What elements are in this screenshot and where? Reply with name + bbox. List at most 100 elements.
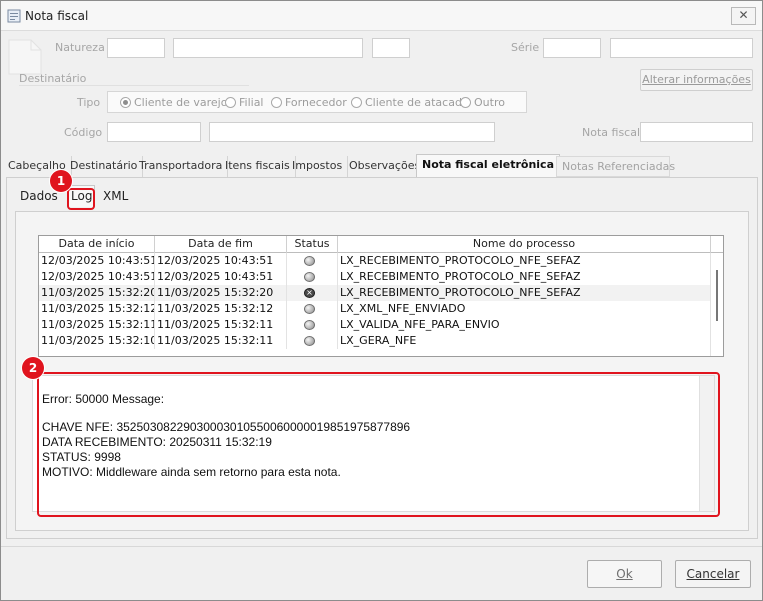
cell-processo: LX_RECEBIMENTO_PROTOCOLO_NFE_SEFAZ (338, 269, 711, 285)
tipo-label: Tipo (77, 96, 101, 109)
cell-processo: LX_XML_NFE_ENVIADO (338, 301, 711, 317)
cell-data-fim: 11/03/2025 15:32:20 (155, 285, 287, 301)
cell-status (287, 301, 338, 317)
table-row[interactable]: 11/03/2025 15:32:11 11/03/2025 15:32:11 … (39, 317, 711, 333)
radio-unselected-icon (460, 97, 471, 108)
radio-label: Cliente de atacado (365, 96, 469, 109)
cell-status (287, 269, 338, 285)
cell-data-inicio: 11/03/2025 15:32:11 (41, 317, 155, 333)
radio-fornecedor[interactable]: Fornecedor (271, 96, 347, 109)
tab-transportadora[interactable]: Transportadora (134, 156, 229, 177)
column-header-processo[interactable]: Nome do processo (338, 236, 711, 253)
table-row[interactable]: 11/03/2025 15:32:20 11/03/2025 15:32:20 … (39, 285, 711, 301)
annotation-box-log-tab (67, 188, 95, 210)
column-header-data-fim[interactable]: Data de fim (155, 236, 287, 253)
footer-divider (1, 546, 762, 547)
status-ok-icon (304, 256, 315, 266)
natureza-label: Natureza (55, 41, 105, 54)
alterar-informacoes-label: Alterar informações (642, 73, 751, 86)
radio-cliente-atacado[interactable]: Cliente de atacado (351, 96, 469, 109)
radio-cliente-varejo[interactable]: Cliente de varejo (120, 96, 227, 109)
radio-outro[interactable]: Outro (460, 96, 505, 109)
cell-data-fim: 11/03/2025 15:32:12 (155, 301, 287, 317)
document-icon (7, 9, 21, 23)
cell-processo: LX_RECEBIMENTO_PROTOCOLO_NFE_SEFAZ (338, 285, 711, 301)
codigo-desc-field[interactable] (209, 122, 495, 142)
tab-nota-fiscal-eletronica[interactable]: Nota fiscal eletrônica (416, 154, 560, 178)
radio-label: Outro (474, 96, 505, 109)
nota-fiscal-field[interactable] (640, 122, 753, 142)
cancel-label: Cancelar (686, 567, 740, 581)
cell-data-inicio: 11/03/2025 15:32:10 (41, 333, 155, 349)
natureza-code-field[interactable] (107, 38, 165, 58)
serie-field[interactable] (543, 38, 601, 58)
tab-observacoes[interactable]: Observações (344, 156, 427, 177)
radio-unselected-icon (271, 97, 282, 108)
log-table-header: Data de início Data de fim Status Nome d… (39, 236, 723, 253)
tab-impostos[interactable]: Impostos (287, 156, 349, 177)
log-table: Data de início Data de fim Status Nome d… (38, 235, 724, 357)
nota-fiscal-label: Nota fiscal (582, 126, 641, 139)
codigo-label: Código (64, 126, 103, 139)
scrollbar-thumb[interactable] (716, 270, 718, 321)
status-error-icon: × (304, 288, 315, 298)
cell-data-inicio: 11/03/2025 15:32:20 (41, 285, 155, 301)
ok-label: Ok (616, 567, 633, 581)
alterar-informacoes-button[interactable]: Alterar informações (640, 69, 753, 91)
serie-extra-field[interactable] (610, 38, 753, 58)
cell-data-fim: 11/03/2025 15:32:11 (155, 317, 287, 333)
annotation-box-message (37, 372, 720, 517)
radio-unselected-icon (225, 97, 236, 108)
nota-fiscal-window: Nota fiscal ✕ Natureza Série Destinatári… (0, 0, 763, 601)
destinatario-divider (19, 85, 249, 86)
annotation-badge-2: 2 (22, 357, 44, 379)
title-bar: Nota fiscal ✕ (1, 1, 762, 31)
radio-label: Cliente de varejo (134, 96, 228, 109)
natureza-extra-field[interactable] (372, 38, 410, 58)
cell-data-fim: 11/03/2025 15:32:11 (155, 333, 287, 349)
cell-data-fim: 12/03/2025 10:43:51 (155, 269, 287, 285)
natureza-desc-field[interactable] (173, 38, 363, 58)
cell-status: × (287, 285, 338, 301)
main-tab-strip: Cabeçalho Destinatário Transportadora It… (1, 154, 762, 178)
radio-label: Filial (239, 96, 264, 109)
cell-processo: LX_GERA_NFE (338, 333, 711, 349)
radio-label: Fornecedor (285, 96, 347, 109)
tipo-radio-group: Cliente de varejo Filial Fornecedor Clie… (107, 91, 527, 113)
radio-selected-icon (120, 97, 131, 108)
subtab-dados[interactable]: Dados (20, 186, 58, 207)
log-table-scrollbar[interactable] (710, 253, 723, 356)
codigo-field[interactable] (107, 122, 201, 142)
cell-status (287, 317, 338, 333)
table-row[interactable]: 12/03/2025 10:43:51 12/03/2025 10:43:51 … (39, 269, 711, 285)
tab-itens-fiscais[interactable]: Itens fiscais (220, 156, 296, 177)
destinatario-label: Destinatário (19, 72, 87, 85)
cell-status (287, 333, 338, 349)
cell-data-fim: 12/03/2025 10:43:51 (155, 253, 287, 269)
column-header-status[interactable]: Status (287, 236, 338, 253)
cell-processo: LX_RECEBIMENTO_PROTOCOLO_NFE_SEFAZ (338, 253, 711, 269)
document-watermark-icon (8, 39, 42, 75)
cell-data-inicio: 12/03/2025 10:43:51 (41, 253, 155, 269)
table-row[interactable]: 11/03/2025 15:32:10 11/03/2025 15:32:11 … (39, 333, 711, 349)
close-icon[interactable]: ✕ (731, 7, 756, 25)
cell-status (287, 253, 338, 269)
radio-filial[interactable]: Filial (225, 96, 264, 109)
radio-unselected-icon (351, 97, 362, 108)
subtab-xml[interactable]: XML (103, 186, 128, 207)
cell-data-inicio: 12/03/2025 10:43:51 (41, 269, 155, 285)
tab-destinatario[interactable]: Destinatário (65, 156, 144, 177)
cancel-button[interactable]: Cancelar (675, 560, 751, 588)
status-ok-icon (304, 336, 315, 346)
cell-processo: LX_VALIDA_NFE_PARA_ENVIO (338, 317, 711, 333)
column-header-data-inicio[interactable]: Data de início (39, 236, 155, 253)
ok-button[interactable]: Ok (587, 560, 662, 588)
status-ok-icon (304, 304, 315, 314)
status-ok-icon (304, 320, 315, 330)
status-ok-icon (304, 272, 315, 282)
table-row[interactable]: 11/03/2025 15:32:12 11/03/2025 15:32:12 … (39, 301, 711, 317)
cell-data-inicio: 11/03/2025 15:32:12 (41, 301, 155, 317)
annotation-badge-1: 1 (50, 170, 72, 192)
serie-label: Série (511, 41, 540, 54)
table-row[interactable]: 12/03/2025 10:43:51 12/03/2025 10:43:51 … (39, 253, 711, 269)
